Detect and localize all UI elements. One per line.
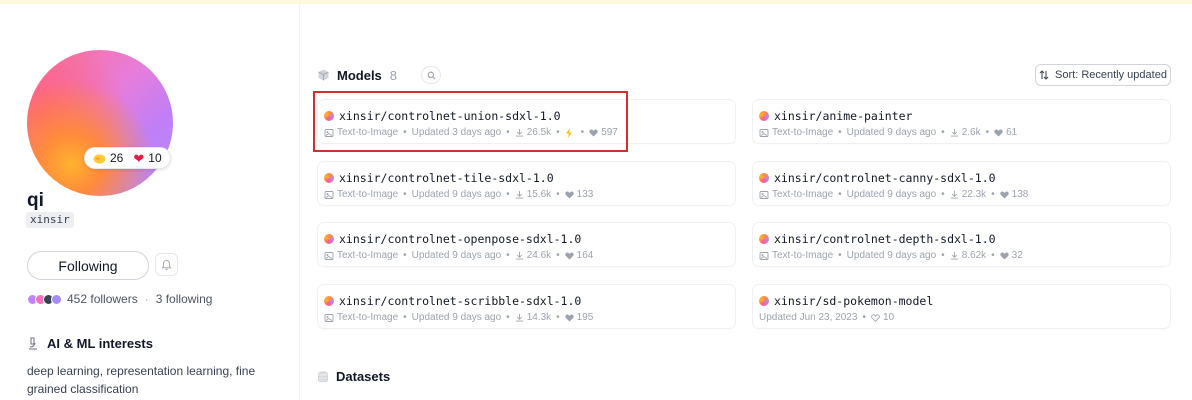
model-name[interactable]: xinsir/controlnet-canny-sdxl-1.0 xyxy=(774,171,996,185)
model-task: Text-to-Image xyxy=(337,250,399,261)
model-avatar xyxy=(324,234,334,244)
followers-row: 452 followers · 3 following xyxy=(27,292,212,306)
download-icon xyxy=(515,313,524,322)
sort-icon xyxy=(1039,70,1049,80)
model-likes: 61 xyxy=(1006,127,1018,138)
model-updated: Updated 9 days ago xyxy=(411,189,502,200)
model-downloads: 22.3k xyxy=(961,189,987,200)
model-likes: 10 xyxy=(882,312,895,323)
model-updated: Updated 9 days ago xyxy=(846,189,937,200)
reactions-badge[interactable]: 26 ❤ 10 xyxy=(84,147,171,169)
download-icon xyxy=(950,128,959,137)
model-task: Text-to-Image xyxy=(772,127,834,138)
heart-icon: ❤ xyxy=(133,150,145,166)
model-avatar xyxy=(759,234,769,244)
heart-icon xyxy=(999,251,1009,260)
separator: · xyxy=(144,292,149,306)
microscope-icon xyxy=(29,337,37,350)
hug-icon xyxy=(93,153,106,164)
follower-avatars[interactable] xyxy=(27,293,62,305)
model-name[interactable]: xinsir/controlnet-tile-sdxl-1.0 xyxy=(339,171,554,185)
model-card[interactable]: xinsir/controlnet-scribble-sdxl-1.0 Text… xyxy=(317,284,736,329)
bell-icon xyxy=(161,259,172,270)
model-card[interactable]: xinsir/controlnet-openpose-sdxl-1.0 Text… xyxy=(317,222,736,267)
model-updated: Updated 9 days ago xyxy=(411,250,502,261)
model-card[interactable]: xinsir/anime-painter Text-to-Image • Upd… xyxy=(752,99,1171,144)
highlight-box xyxy=(313,91,628,152)
model-avatar xyxy=(324,173,334,183)
model-card[interactable]: xinsir/controlnet-tile-sdxl-1.0 Text-to-… xyxy=(317,161,736,206)
model-downloads: 24.6k xyxy=(526,250,552,261)
model-card[interactable]: xinsir/controlnet-canny-sdxl-1.0 Text-to… xyxy=(752,161,1171,206)
database-icon xyxy=(318,370,328,382)
download-icon xyxy=(515,190,524,199)
following-button[interactable]: Following xyxy=(27,251,149,280)
model-avatar xyxy=(759,296,769,306)
avatar xyxy=(27,50,173,196)
interests-title: AI & ML interests xyxy=(47,336,153,351)
model-downloads: 8.62k xyxy=(961,250,987,261)
heart-outline-icon xyxy=(871,313,880,322)
sort-label: Sort: Recently updated xyxy=(1055,69,1167,81)
model-likes: 32 xyxy=(1011,250,1023,261)
profile-name: qi xyxy=(27,190,44,211)
interests-text: deep learning, representation learning, … xyxy=(27,364,256,396)
model-updated: Updated Jun 23, 2023 xyxy=(759,312,858,323)
datasets-title: Datasets xyxy=(336,369,391,384)
model-task: Text-to-Image xyxy=(337,189,399,200)
following-link[interactable]: 3 following xyxy=(156,292,213,306)
cube-icon xyxy=(318,69,329,81)
sort-button[interactable]: Sort: Recently updated xyxy=(1035,64,1171,86)
model-task: Text-to-Image xyxy=(772,189,834,200)
model-card[interactable]: xinsir/controlnet-depth-sdxl-1.0 Text-to… xyxy=(752,222,1171,267)
model-avatar xyxy=(759,111,769,121)
model-avatar xyxy=(324,296,334,306)
model-name[interactable]: xinsir/anime-painter xyxy=(774,109,912,123)
hug-count: 26 xyxy=(110,151,124,165)
notifications-button[interactable] xyxy=(155,253,178,276)
model-updated: Updated 9 days ago xyxy=(846,127,937,138)
model-likes: 138 xyxy=(1011,189,1029,200)
model-name[interactable]: xinsir/controlnet-openpose-sdxl-1.0 xyxy=(339,232,581,246)
interests-heading: AI & ML interests xyxy=(27,336,153,351)
task-icon xyxy=(759,190,769,200)
models-search-button[interactable] xyxy=(421,66,442,84)
model-likes: 133 xyxy=(576,189,594,200)
heart-icon xyxy=(999,190,1009,199)
task-icon xyxy=(324,190,334,200)
followers-link[interactable]: 452 followers xyxy=(67,292,138,306)
task-icon xyxy=(759,128,769,138)
model-downloads: 14.3k xyxy=(526,312,552,323)
models-title: Models xyxy=(337,67,382,83)
model-updated: Updated 9 days ago xyxy=(411,312,502,323)
task-icon xyxy=(759,251,769,261)
heart-icon xyxy=(564,313,574,322)
heart-count: 10 xyxy=(148,151,162,165)
heart-icon xyxy=(564,190,574,199)
heart-icon xyxy=(564,251,574,260)
model-card[interactable]: xinsir/sd-pokemon-model Updated Jun 23, … xyxy=(752,284,1171,329)
models-count: 8 xyxy=(389,67,398,83)
model-likes: 164 xyxy=(576,250,594,261)
model-task: Text-to-Image xyxy=(772,250,834,261)
model-name[interactable]: xinsir/controlnet-depth-sdxl-1.0 xyxy=(774,232,996,246)
model-downloads: 2.6k xyxy=(961,127,981,138)
download-icon xyxy=(950,190,959,199)
model-task: Text-to-Image xyxy=(337,312,399,323)
task-icon xyxy=(324,313,334,323)
download-icon xyxy=(515,251,524,260)
profile-username: xinsir xyxy=(26,212,74,228)
model-downloads: 15.6k xyxy=(526,189,552,200)
model-likes: 195 xyxy=(576,312,594,323)
task-icon xyxy=(324,251,334,261)
download-icon xyxy=(950,251,959,260)
search-icon xyxy=(427,71,436,79)
models-header: Models 8 xyxy=(318,66,442,84)
model-avatar xyxy=(759,173,769,183)
datasets-header: Datasets xyxy=(318,369,390,384)
model-name[interactable]: xinsir/controlnet-scribble-sdxl-1.0 xyxy=(339,294,581,308)
model-name[interactable]: xinsir/sd-pokemon-model xyxy=(774,294,933,308)
model-updated: Updated 9 days ago xyxy=(846,250,937,261)
heart-icon xyxy=(994,128,1003,137)
